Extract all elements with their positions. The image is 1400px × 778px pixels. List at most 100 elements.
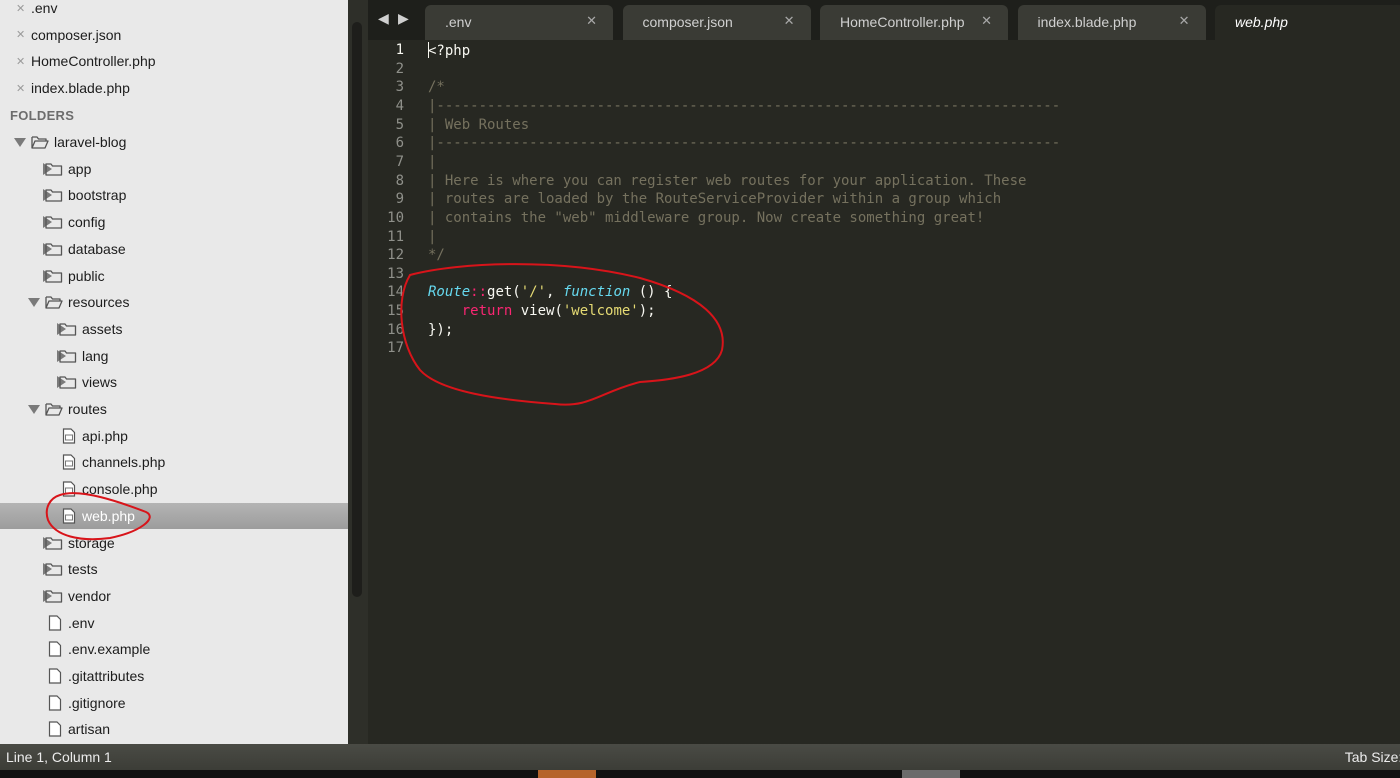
code-line[interactable]: }); xyxy=(428,322,453,338)
line-number: 17 xyxy=(387,340,404,357)
code-token: |---------------------------------------… xyxy=(428,97,1061,114)
code-token: */ xyxy=(428,247,445,264)
close-icon[interactable]: ✕ xyxy=(981,13,992,29)
tree-item-label: laravel-blog xyxy=(54,134,127,150)
code-line[interactable]: return view('welcome'); xyxy=(428,303,656,319)
status-bar: Line 1, Column 1 Tab Size: 4 xyxy=(0,744,1400,770)
folder-icon xyxy=(45,563,63,576)
file-icon xyxy=(48,641,62,657)
tree-folder[interactable]: laravel-blog xyxy=(0,129,348,155)
tree-item-label: artisan xyxy=(68,721,111,738)
open-file-item[interactable]: ✕ HomeController.php xyxy=(0,48,348,74)
cursor-position: Line 1, Column 1 xyxy=(6,749,112,765)
tree-file[interactable]: .env.example xyxy=(0,636,348,662)
code-token: ); xyxy=(638,303,656,320)
code-token: Route xyxy=(428,284,471,301)
tree-file[interactable]: web.php xyxy=(0,502,348,529)
tree-file[interactable]: .env xyxy=(0,610,348,636)
tree-item-label: storage xyxy=(68,534,115,551)
open-file-item[interactable]: ✕ .env xyxy=(0,0,348,21)
code-line[interactable]: /* xyxy=(428,79,445,95)
chevron-down-icon[interactable] xyxy=(14,138,26,147)
open-file-item[interactable]: ✕ index.blade.php xyxy=(0,75,348,101)
code-line[interactable]: | contains the "web" middleware group. N… xyxy=(428,210,984,226)
tab-next-icon[interactable]: ▶ xyxy=(398,10,409,27)
code-token: <?php xyxy=(428,43,471,59)
chevron-down-icon[interactable] xyxy=(28,298,40,308)
tree-item-label: assets xyxy=(82,320,123,337)
tree-folder[interactable]: config xyxy=(0,209,348,235)
tree-file[interactable]: console.php xyxy=(0,476,348,502)
tree-folder[interactable]: database xyxy=(0,236,348,262)
code-line[interactable]: | Web Routes xyxy=(428,117,529,133)
close-icon[interactable]: ✕ xyxy=(586,13,597,29)
file-icon xyxy=(48,721,62,737)
tab-size-indicator[interactable]: Tab Size: 4 xyxy=(1345,749,1400,765)
tree-folder[interactable]: vendor xyxy=(0,583,348,609)
tree-item-label: tests xyxy=(68,561,98,578)
tab-2[interactable]: composer.json ✕ xyxy=(622,5,811,40)
tree-folder[interactable]: app xyxy=(0,156,348,182)
tab-5[interactable]: web.php xyxy=(1215,5,1400,40)
tab-4[interactable]: index.blade.php ✕ xyxy=(1017,5,1206,40)
tree-folder[interactable]: tests xyxy=(0,556,348,582)
code-line[interactable]: |---------------------------------------… xyxy=(428,98,1060,114)
line-number: 1 xyxy=(395,42,404,58)
code-line[interactable]: |---------------------------------------… xyxy=(428,135,1060,151)
tree-item-label: public xyxy=(68,267,105,284)
tab-label: index.blade.php xyxy=(1037,14,1137,30)
code-token: function xyxy=(562,284,631,301)
close-icon[interactable]: ✕ xyxy=(16,82,25,95)
folder-icon xyxy=(45,189,63,203)
tree-folder[interactable]: resources xyxy=(0,289,348,315)
open-file-item[interactable]: ✕ composer.json xyxy=(0,22,348,48)
code-token: | contains the "web" middleware group. N… xyxy=(428,209,985,226)
code-line[interactable]: Route::get('/', function () { xyxy=(428,284,672,300)
code-line[interactable]: */ xyxy=(428,247,445,263)
tree-item-label: bootstrap xyxy=(68,187,127,204)
tree-file[interactable]: .gitignore xyxy=(0,690,348,716)
sidebar: ✕ .env ✕ composer.json ✕ HomeController.php ✕ i… xyxy=(0,0,349,744)
tree-file[interactable]: channels.php xyxy=(0,449,348,475)
tab-prev-icon[interactable]: ◀ xyxy=(378,10,389,27)
line-number: 10 xyxy=(387,209,404,226)
tree-folder[interactable]: views xyxy=(0,369,348,395)
sidebar-scrollbar-thumb[interactable] xyxy=(352,22,362,597)
code-token: 'welcome' xyxy=(562,303,639,320)
php-file-icon xyxy=(62,508,76,524)
line-number: 12 xyxy=(387,247,404,264)
tree-folder[interactable]: lang xyxy=(0,343,348,369)
chevron-down-icon[interactable] xyxy=(28,405,40,414)
tree-folder[interactable]: public xyxy=(0,263,348,289)
folder-icon xyxy=(45,163,63,176)
code-token: view( xyxy=(512,303,563,320)
code-line[interactable]: | Here is where you can register web rou… xyxy=(428,173,1026,189)
folder-open-icon xyxy=(45,296,63,309)
tree-item-label: resources xyxy=(68,294,130,311)
code-editor[interactable]: 1 2 3 4 5 6 7 8 9 10 11 12 13 14 15 16 17 <?php/* |------… xyxy=(368,40,1400,744)
tree-item-label: config xyxy=(68,214,106,231)
tree-file[interactable]: artisan xyxy=(0,716,348,742)
line-number: 3 xyxy=(395,79,404,96)
close-icon[interactable]: ✕ xyxy=(784,13,795,29)
close-icon[interactable]: ✕ xyxy=(16,28,25,41)
tree-folder[interactable]: bootstrap xyxy=(0,182,348,208)
code-line[interactable]: | routes are loaded by the RouteServiceP… xyxy=(428,191,1001,207)
tree-folder[interactable]: routes xyxy=(0,396,348,422)
close-icon[interactable]: ✕ xyxy=(16,55,25,68)
tree-folder[interactable]: storage xyxy=(0,530,348,556)
code-line[interactable]: | xyxy=(428,229,436,245)
close-icon[interactable]: ✕ xyxy=(16,2,25,15)
php-file-icon xyxy=(62,428,76,444)
tree-folder[interactable]: assets xyxy=(0,316,348,342)
taskbar-app-highlight xyxy=(538,770,596,778)
close-icon[interactable]: ✕ xyxy=(1179,13,1190,29)
tree-file[interactable]: api.php xyxy=(0,423,348,449)
code-line[interactable]: <?php xyxy=(428,42,470,59)
tree-file[interactable]: .gitattributes xyxy=(0,663,348,689)
tab-3[interactable]: HomeController.php ✕ xyxy=(820,5,1008,40)
tab-1[interactable]: .env ✕ xyxy=(425,5,613,40)
code-line[interactable]: | xyxy=(428,154,436,170)
tree-item-label: views xyxy=(82,374,118,391)
